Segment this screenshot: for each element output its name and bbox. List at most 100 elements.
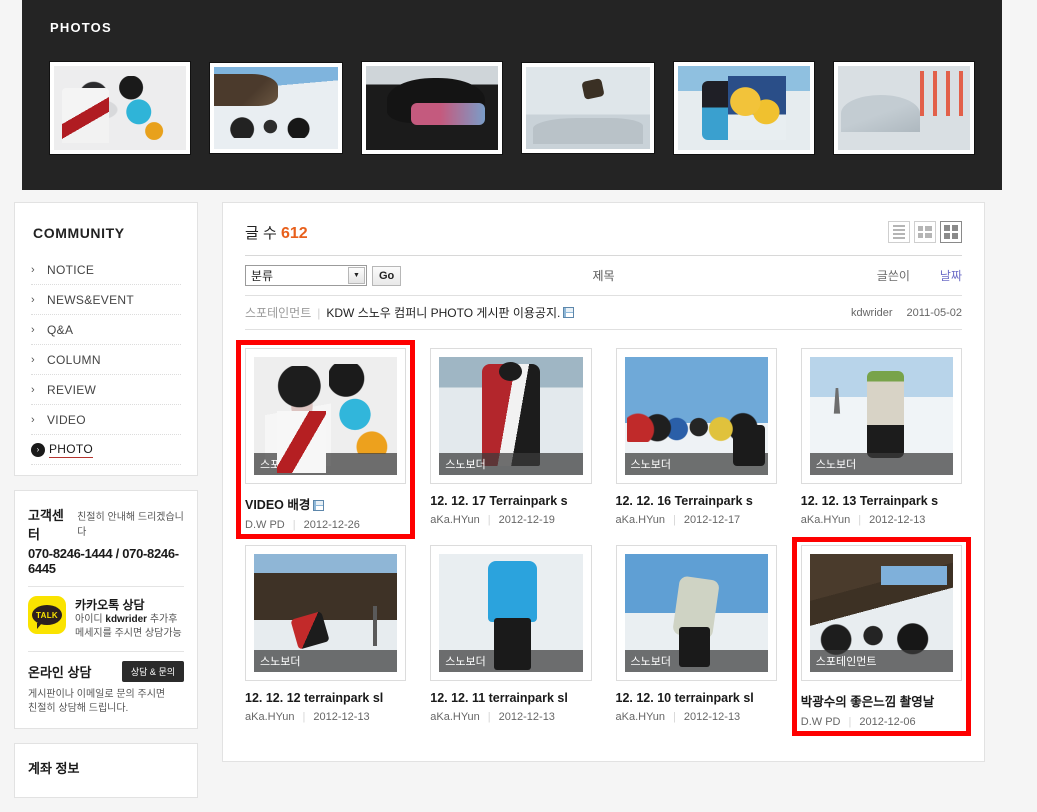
- gallery-card[interactable]: 스포테인먼트 VIDEO 배경 D.W PD | 2012-12-26: [245, 348, 407, 531]
- separator: |: [292, 519, 296, 531]
- gallery-card-image: 스노보더: [439, 554, 583, 672]
- sidebar-item-review[interactable]: › REVIEW: [31, 375, 181, 405]
- post-count-value: 612: [280, 224, 308, 242]
- gallery-card-title[interactable]: VIDEO 배경: [245, 494, 406, 513]
- separator: |: [317, 305, 321, 320]
- gallery-card[interactable]: 스노보더 12. 12. 16 Terrainpark s aKa.HYun | 201…: [615, 348, 777, 531]
- banner-photo-jump[interactable]: [522, 63, 654, 153]
- gallery-card[interactable]: 스노보더 12. 12. 17 Terrainpark s aKa.HYun | 201…: [430, 348, 592, 531]
- account-info-title: 계좌 정보: [28, 761, 80, 776]
- banner-photo-jump-image: [526, 67, 650, 149]
- kakao-consult-text: 카카오톡 상담 아이디 kdwrider 추가후 메세지를 주시면 상담가능: [75, 596, 182, 641]
- content-header: 글 수 612: [245, 221, 962, 256]
- gallery-card-meta: D.W PD | 2012-12-26: [245, 519, 406, 531]
- gallery-card[interactable]: 스노보더 12. 12. 12 terrainpark sl aKa.HYun | 20…: [245, 545, 407, 728]
- banner-photo-kdw-rider[interactable]: [50, 62, 190, 154]
- gallery-card-thumbnail[interactable]: 스노보더: [615, 348, 777, 484]
- gallery-card-date: 2012-12-13: [498, 711, 555, 723]
- column-header-author[interactable]: 글쓴이: [877, 267, 910, 284]
- gallery-card-thumbnail[interactable]: 스노보더: [245, 545, 407, 681]
- sidebar-item-label: NOTICE: [47, 262, 95, 277]
- attachment-icon: [563, 307, 575, 318]
- view-toggle-list[interactable]: [888, 221, 910, 243]
- kakao-consult-row[interactable]: TALK 카카오톡 상담 아이디 kdwrider 추가후 메세지를 주시면 상…: [28, 596, 184, 641]
- view-toggle-grid[interactable]: [940, 221, 962, 243]
- mixed-view-icon: [918, 226, 932, 238]
- banner-photo-helmet[interactable]: [362, 62, 502, 154]
- gallery-card[interactable]: 스노보더 12. 12. 13 Terrainpark s aKa.HYun | 201…: [800, 348, 962, 531]
- sidebar-item-q-a[interactable]: › Q&A: [31, 315, 181, 345]
- photo-gallery-grid: 스포테인먼트 VIDEO 배경 D.W PD | 2012-12-26 스노보더 12. 1…: [245, 330, 962, 728]
- gallery-card-thumbnail[interactable]: 스노보더: [800, 348, 962, 484]
- list-view-icon: [893, 225, 905, 239]
- gallery-card-thumbnail[interactable]: 스포테인먼트: [800, 545, 962, 681]
- sidebar-item-label: Q&A: [47, 322, 74, 337]
- kakao-talk-icon: TALK: [28, 596, 66, 634]
- gallery-card-title[interactable]: 12. 12. 10 terrainpark sl: [616, 691, 777, 705]
- banner-photo-slope[interactable]: [210, 63, 342, 153]
- notice-row[interactable]: 스포테인먼트 | KDW 스노우 컴퍼니 PHOTO 게시판 이용공지. kdw…: [245, 296, 962, 330]
- gallery-card-title[interactable]: 12. 12. 13 Terrainpark s: [801, 494, 962, 508]
- divider: [28, 586, 184, 587]
- kakao-consult-line1: 아이디 kdwrider 추가후: [75, 614, 178, 625]
- gallery-card-image: 스노보더: [809, 357, 953, 475]
- separator: |: [673, 711, 676, 723]
- notice-meta: kdwrider 2011-05-02: [851, 307, 962, 319]
- banner-photo-terrain-park-image: [838, 66, 970, 150]
- gallery-card-date: 2012-12-19: [498, 514, 555, 526]
- gallery-card-thumbnail[interactable]: 스노보더: [615, 545, 777, 681]
- notice-date: 2011-05-02: [906, 306, 962, 319]
- gallery-card-meta: aKa.HYun | 2012-12-17: [616, 514, 777, 526]
- customer-center-subtitle: 친절히 안내해 드리겠습니다: [77, 512, 184, 538]
- chevron-right-icon: ›: [31, 353, 35, 366]
- online-consult-row: 온라인 상담 상담 & 문의: [28, 661, 184, 682]
- banner-photo-banana-costume[interactable]: [674, 62, 814, 154]
- gallery-card-tag: 스노보더: [439, 650, 583, 672]
- gallery-card-title[interactable]: 12. 12. 17 Terrainpark s: [430, 494, 591, 508]
- notice-title[interactable]: KDW 스노우 컴퍼니 PHOTO 게시판 이용공지.: [326, 304, 560, 321]
- sidebar-item-notice[interactable]: › NOTICE: [31, 255, 181, 285]
- column-header-date[interactable]: 날짜: [940, 267, 962, 284]
- gallery-card-thumbnail[interactable]: 스포테인먼트: [245, 348, 407, 484]
- view-toggle-group: [888, 221, 962, 243]
- gallery-card-date: 2012-12-13: [683, 711, 741, 723]
- category-select[interactable]: 분류 ▼: [245, 265, 367, 286]
- gallery-card[interactable]: 스노보더 12. 12. 11 terrainpark sl aKa.HYun | 20…: [430, 545, 592, 728]
- kakao-talk-icon-label: TALK: [32, 605, 62, 629]
- gallery-card-meta: aKa.HYun | 2012-12-13: [616, 711, 777, 723]
- gallery-card-author: D.W PD: [800, 716, 841, 728]
- gallery-card-tag: 스노보더: [624, 453, 768, 475]
- gallery-card[interactable]: 스노보더 12. 12. 10 terrainpark sl aKa.HYun | 20…: [615, 545, 777, 728]
- gallery-card[interactable]: 스포테인먼트 박광수의 좋은느낌 촬영날 D.W PD | 2012-12-06: [800, 545, 962, 728]
- kakao-consult-line2: 메세지를 주시면 상담가능: [75, 628, 182, 639]
- go-button[interactable]: Go: [372, 265, 402, 286]
- gallery-card-title[interactable]: 12. 12. 12 terrainpark sl: [245, 691, 406, 705]
- online-consult-button[interactable]: 상담 & 문의: [121, 661, 184, 682]
- chevron-right-icon: ›: [31, 383, 35, 396]
- banner-photo-terrain-park[interactable]: [834, 62, 974, 154]
- gallery-card-author: aKa.HYun: [615, 711, 666, 723]
- banner-photo-slope-image: [214, 67, 338, 149]
- gallery-card-image: 스노보더: [624, 554, 768, 672]
- divider: [28, 651, 184, 652]
- gallery-card-title[interactable]: 12. 12. 16 Terrainpark s: [616, 494, 777, 508]
- separator: |: [673, 514, 676, 526]
- grid-view-icon: [944, 225, 958, 239]
- customer-center-title: 고객센터: [28, 508, 64, 542]
- sidebar-item-video[interactable]: › VIDEO: [31, 405, 181, 435]
- view-toggle-mixed[interactable]: [914, 221, 936, 243]
- gallery-card-title[interactable]: 12. 12. 11 terrainpark sl: [430, 691, 591, 705]
- main-content: 글 수 612 분류 ▼ Go 제목 글쓴이 날짜 스포테인먼트 | KDW 스…: [222, 202, 985, 762]
- gallery-card-thumbnail[interactable]: 스노보더: [430, 545, 592, 681]
- gallery-card-date: 2012-12-13: [869, 514, 926, 526]
- sidebar-item-news-event[interactable]: › NEWS&EVENT: [31, 285, 181, 315]
- gallery-card-title[interactable]: 박광수의 좋은느낌 촬영날: [801, 691, 962, 710]
- gallery-card-meta: aKa.HYun | 2012-12-13: [245, 711, 406, 723]
- gallery-card-image: 스노보더: [624, 357, 768, 475]
- gallery-card-tag: 스포테인먼트: [254, 453, 398, 475]
- sidebar-item-photo[interactable]: › PHOTO: [31, 435, 181, 465]
- sidebar-item-column[interactable]: › COLUMN: [31, 345, 181, 375]
- gallery-card-thumbnail[interactable]: 스노보더: [430, 348, 592, 484]
- gallery-card-tag: 스노보더: [439, 453, 583, 475]
- sidebar-item-label: PHOTO: [49, 441, 93, 458]
